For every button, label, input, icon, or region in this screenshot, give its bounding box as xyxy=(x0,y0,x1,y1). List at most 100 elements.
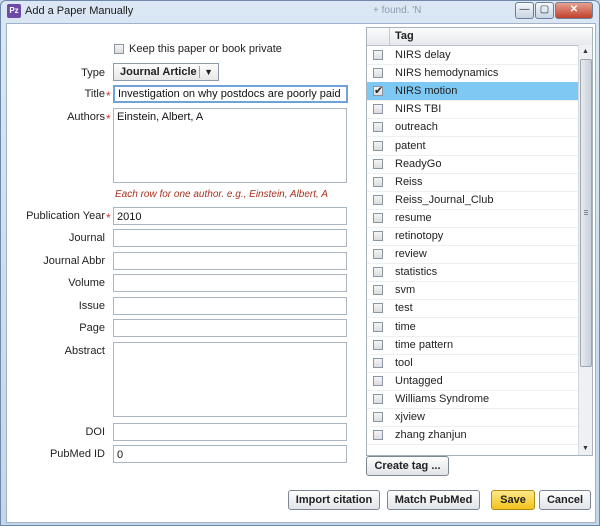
pubmed-id-input[interactable]: 0 xyxy=(113,445,347,463)
save-button[interactable]: Save xyxy=(491,490,535,510)
title-input[interactable]: Investigation on why postdocs are poorly… xyxy=(113,85,348,103)
tag-row[interactable]: NIRS TBI xyxy=(367,100,578,120)
authors-textarea[interactable]: Einstein, Albert, A xyxy=(113,108,347,183)
doi-input[interactable] xyxy=(113,423,347,441)
tag-checkbox[interactable] xyxy=(373,122,383,133)
tag-name: review xyxy=(395,248,427,261)
tag-checkbox[interactable] xyxy=(373,303,383,314)
scroll-down-icon[interactable]: ▼ xyxy=(579,442,592,455)
tag-row[interactable]: xjview xyxy=(367,408,578,427)
doi-label: DOI xyxy=(85,426,105,438)
tag-row[interactable]: Untagged xyxy=(367,372,578,391)
tag-row[interactable]: patent xyxy=(367,137,578,156)
tag-row[interactable]: retinotopy xyxy=(367,227,578,246)
tag-name: NIRS delay xyxy=(395,49,451,61)
tag-name: tool xyxy=(395,356,413,369)
tag-checkbox[interactable] xyxy=(373,249,383,260)
checkmark-icon: ✔ xyxy=(374,85,384,98)
tag-name: Untagged xyxy=(395,374,443,387)
tag-checkbox[interactable] xyxy=(373,176,383,187)
tag-checkbox[interactable] xyxy=(373,321,383,332)
abstract-textarea[interactable] xyxy=(113,342,347,417)
issue-input[interactable] xyxy=(113,297,347,315)
tag-checkbox[interactable] xyxy=(373,68,383,79)
type-select[interactable]: Journal Article ▼ xyxy=(113,63,219,81)
tag-checkbox[interactable] xyxy=(373,267,383,278)
tag-checkbox[interactable] xyxy=(373,430,383,441)
scrollbar-thumb[interactable] xyxy=(580,59,592,367)
tag-row[interactable]: test xyxy=(367,299,578,319)
required-star: * xyxy=(106,112,111,126)
tag-checkbox[interactable] xyxy=(373,339,383,350)
issue-label: Issue xyxy=(78,300,105,312)
tag-row[interactable]: resume xyxy=(367,209,578,228)
tag-row[interactable]: time xyxy=(367,318,578,337)
year-input[interactable]: 2010 xyxy=(113,207,347,225)
authors-hint: Each row for one author. e.g., Einstein,… xyxy=(115,189,328,200)
tag-checkbox[interactable] xyxy=(373,285,383,296)
page-label: Page xyxy=(79,322,105,334)
tag-name: test xyxy=(395,302,413,315)
tag-checkbox[interactable] xyxy=(373,50,383,60)
tag-checkbox[interactable] xyxy=(373,140,383,151)
match-pubmed-button[interactable]: Match PubMed xyxy=(387,490,480,510)
tag-name: Reiss xyxy=(395,175,423,188)
tag-name: Williams Syndrome xyxy=(395,392,490,405)
title-bar[interactable]: Pz Add a Paper Manually + found. 'N — ▢ … xyxy=(1,1,599,21)
tag-row[interactable]: review xyxy=(367,245,578,265)
tag-checkbox[interactable] xyxy=(373,104,383,115)
scroll-up-icon[interactable]: ▲ xyxy=(579,45,592,58)
private-label: Keep this paper or book private xyxy=(129,43,282,55)
cancel-button[interactable]: Cancel xyxy=(539,490,591,510)
tag-checkbox[interactable] xyxy=(373,194,383,205)
tag-row[interactable]: NIRS hemodynamics xyxy=(367,64,578,84)
tag-row[interactable]: Williams Syndrome xyxy=(367,390,578,409)
tag-checkbox[interactable]: ✔ xyxy=(373,85,384,98)
tag-checkbox[interactable] xyxy=(373,375,383,386)
tag-checkbox[interactable] xyxy=(373,393,383,404)
title-label: Title xyxy=(84,88,105,100)
dialog-window: Pz Add a Paper Manually + found. 'N — ▢ … xyxy=(0,0,600,526)
tag-checkbox[interactable] xyxy=(373,231,383,241)
tag-column-header: Tag xyxy=(395,30,414,42)
journal-label: Journal xyxy=(68,232,105,244)
tag-name: resume xyxy=(395,211,432,224)
dialog-body: Keep this paper or book private Type Jou… xyxy=(6,23,596,523)
tag-row[interactable]: statistics xyxy=(367,263,578,283)
tag-row[interactable]: time pattern xyxy=(367,336,578,355)
tag-name: patent xyxy=(395,139,426,152)
tag-row[interactable]: ✔ NIRS motion xyxy=(367,82,578,102)
close-icon[interactable]: ✕ xyxy=(555,2,593,19)
minimize-icon[interactable]: — xyxy=(515,2,534,19)
tag-name: time pattern xyxy=(395,338,454,351)
tag-row[interactable]: outreach xyxy=(367,118,578,138)
tag-row[interactable]: Reiss xyxy=(367,173,578,192)
tag-checkbox[interactable] xyxy=(373,412,383,422)
journal-input[interactable] xyxy=(113,229,347,247)
create-tag-button[interactable]: Create tag ... xyxy=(366,456,449,476)
journal-abbr-label: Journal Abbr xyxy=(43,255,105,267)
tag-checkbox[interactable] xyxy=(373,158,383,169)
required-star: * xyxy=(106,211,111,225)
tag-checkbox[interactable] xyxy=(373,212,383,223)
tag-row[interactable]: zhang zhanjun xyxy=(367,426,578,446)
tag-row[interactable]: svm xyxy=(367,281,578,301)
maximize-icon[interactable]: ▢ xyxy=(535,2,554,19)
tag-scrollbar[interactable]: ▲ ▼ xyxy=(578,45,592,455)
tag-row[interactable]: ReadyGo xyxy=(367,155,578,174)
tag-name: zhang zhanjun xyxy=(395,429,467,442)
tag-name: NIRS TBI xyxy=(395,103,442,116)
import-citation-button[interactable]: Import citation xyxy=(288,490,380,510)
volume-input[interactable] xyxy=(113,274,347,292)
window-title: Add a Paper Manually xyxy=(25,5,134,17)
app-icon: Pz xyxy=(7,4,21,18)
tag-row[interactable]: tool xyxy=(367,354,578,373)
tag-row[interactable]: Reiss_Journal_Club xyxy=(367,191,578,210)
tag-checkbox[interactable] xyxy=(373,357,383,368)
page-input[interactable] xyxy=(113,319,347,337)
private-checkbox[interactable] xyxy=(114,44,124,54)
tag-table-header[interactable]: Tag xyxy=(367,28,592,46)
tag-row[interactable]: NIRS delay xyxy=(367,46,578,65)
journal-abbr-input[interactable] xyxy=(113,252,347,270)
tag-name: xjview xyxy=(395,411,425,423)
